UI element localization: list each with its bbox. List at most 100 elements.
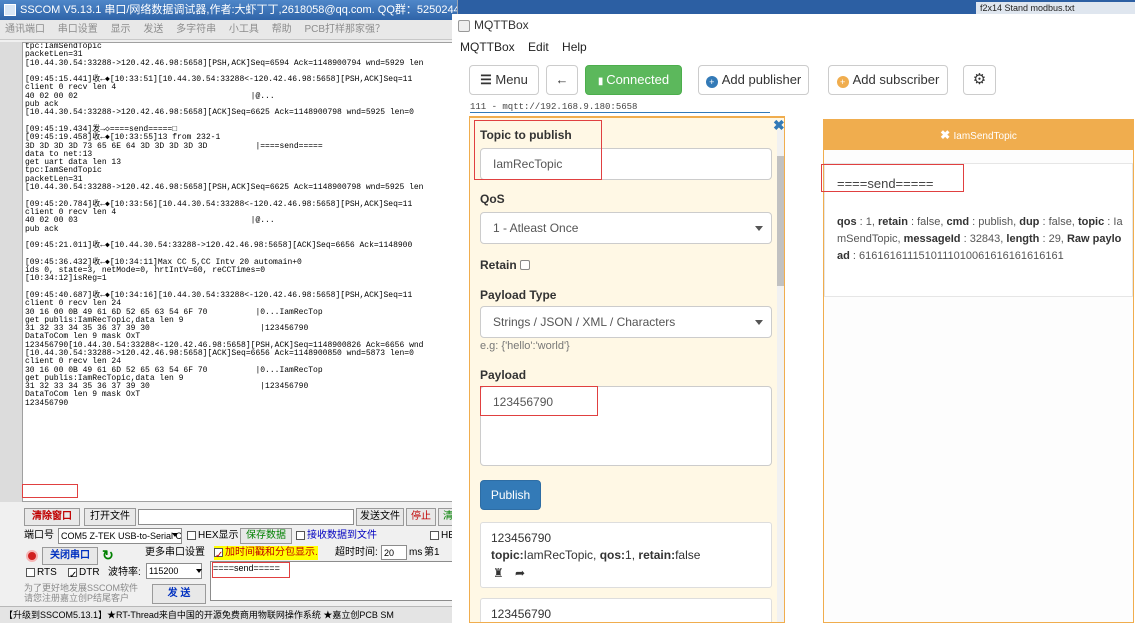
sscom-recv-to-file-checkbox[interactable]: 接收数据到文件 xyxy=(296,529,377,543)
sscom-page-label: 第1 xyxy=(424,547,440,558)
sscom-timeout-label: 超时时间: xyxy=(335,547,378,558)
taskbar-item[interactable]: f2x14 Stand modbus.txt xyxy=(976,2,1135,14)
subscriber-topic: IamSendTopic xyxy=(953,131,1017,142)
sscom-timestamp-checkbox[interactable]: ✓ 加时间戳和分包显示. xyxy=(214,546,318,561)
sscom-left-gutter xyxy=(0,42,22,502)
plus-circle-icon: + xyxy=(705,76,718,88)
sscom-menubar: 通讯端口 串口设置 显示 发送 多字符串 小工具 帮助 PCB打样那家强？ xyxy=(0,20,457,40)
sscom-highlight-box xyxy=(22,484,78,498)
mqttbox-menu-edit[interactable]: Edit xyxy=(528,40,549,54)
republish-icon[interactable]: ♜ xyxy=(493,566,504,580)
settings-button[interactable]: ⚙ xyxy=(963,65,996,95)
sscom-ms-label: ms xyxy=(409,547,423,558)
sscom-baud-dropdown-icon[interactable] xyxy=(196,569,202,573)
chevron-down-icon xyxy=(755,320,763,325)
sscom-file-path-input[interactable] xyxy=(138,509,354,525)
plus-circle-icon: + xyxy=(836,76,849,88)
retain-checkbox[interactable]: Retain xyxy=(480,258,531,272)
sscom-menu-send[interactable]: 发送 xyxy=(143,24,163,35)
gear-icon: ⚙ xyxy=(972,71,987,88)
mqttbox-title: MQTTBox xyxy=(474,18,529,32)
qos-label: QoS xyxy=(480,192,505,206)
sscom-receive-log[interactable]: tpc:IamSendTopic packetLen=31 [10.44.30.54… xyxy=(22,42,457,502)
mqttbox-window: MQTTBox MQTTBox Edit Help ☰ Menu ← ▮ Con… xyxy=(452,14,1135,623)
sscom-port-select[interactable]: COM5 Z-TEK USB-to-Serial C xyxy=(58,528,182,544)
publisher-scroll-thumb[interactable] xyxy=(777,156,784,286)
sscom-refresh-icon[interactable]: ↻ xyxy=(102,548,114,562)
publisher-top-border xyxy=(470,116,784,118)
log-line: DataToCom len 9 mask OxT xyxy=(25,390,141,400)
history-item: 123456790 topic:IamRecTopic, qos:1, reta… xyxy=(480,522,772,588)
message-card: ====send===== qos : 1, retain : false, c… xyxy=(821,163,1133,297)
log-line: tpc:IamSendTopic xyxy=(25,166,102,176)
log-line: pub ack xyxy=(25,224,59,234)
connection-underline xyxy=(470,112,770,113)
publisher-panel: ✖ Topic to publish IamRecTopic QoS 1 - A… xyxy=(469,116,785,623)
mqttbox-menu-app[interactable]: MQTTBox xyxy=(460,40,515,54)
sscom-promo-text: 为了更好地发展SSCOM软件 请您注册嘉立创P结尾客户 xyxy=(24,583,139,603)
sscom-port-label: 端口号 xyxy=(24,530,54,541)
sscom-menu-tools[interactable]: 小工具 xyxy=(229,24,259,35)
close-subscriber-icon[interactable]: ✖ xyxy=(940,128,953,142)
menu-button[interactable]: ☰ Menu xyxy=(469,65,539,95)
sscom-port-status-icon xyxy=(26,550,38,562)
history-payload: 123456790 xyxy=(491,531,552,545)
add-publisher-button[interactable]: + Add publisher xyxy=(698,65,809,95)
add-subscriber-button[interactable]: + Add subscriber xyxy=(828,65,948,95)
sscom-timeout-input[interactable]: 20 xyxy=(381,545,407,560)
history-item: 123456790 xyxy=(480,598,772,622)
topic-highlight-box xyxy=(474,120,602,180)
message-meta: qos : 1, retain : false, cmd : publish, … xyxy=(837,216,1123,262)
log-line: [10:34:12]isReg=1 xyxy=(25,274,107,284)
sscom-menu-port[interactable]: 通讯端口 xyxy=(5,24,45,35)
sscom-more-settings-link[interactable]: 更多串口设置 xyxy=(145,546,205,560)
sscom-send-highlight-box xyxy=(212,562,290,578)
log-line: [10.44.30.54:33288->120.42.46.98:5658][P… xyxy=(25,58,424,68)
mqttbox-menu-help[interactable]: Help xyxy=(562,40,587,54)
sscom-clear-button[interactable]: 清除窗口 xyxy=(24,508,80,526)
sscom-menu-help[interactable]: 帮助 xyxy=(272,24,292,35)
qos-select[interactable]: 1 - Atleast Once xyxy=(480,212,772,244)
sscom-baud-select[interactable]: 115200 xyxy=(146,563,202,579)
log-line: [10.44.30.54:33288->120.42.46.98:5658][A… xyxy=(25,108,414,118)
desktop-background: f2x14 Stand modbus.txt xyxy=(458,0,1135,14)
sscom-titlebar: SSCOM V5.13.1 串口/网络数据调试器,作者:大虾丁丁,2618058… xyxy=(0,0,457,20)
sscom-menu-pcb[interactable]: PCB打样那家强？ xyxy=(304,24,385,35)
mqttbox-titlebar: MQTTBox xyxy=(452,14,1135,36)
payload-type-label: Payload Type xyxy=(480,288,557,302)
log-line: 40 02 00 03 |@... xyxy=(25,216,275,226)
subscriber-header: ✖ IamSendTopic xyxy=(824,120,1133,150)
arrow-left-icon: ← xyxy=(555,72,569,87)
sscom-window: SSCOM V5.13.1 串口/网络数据调试器,作者:大虾丁丁,2618058… xyxy=(0,0,458,623)
payload-type-select[interactable]: Strings / JSON / XML / Characters xyxy=(480,306,772,338)
log-line: 40 02 00 02 |@... xyxy=(25,91,275,101)
sscom-menu-multi-string[interactable]: 多字符串 xyxy=(176,24,216,35)
publish-button[interactable]: Publish xyxy=(480,480,541,510)
sscom-port-dropdown-icon[interactable] xyxy=(172,533,178,537)
back-button[interactable]: ← xyxy=(546,65,578,95)
payload-example: e.g: {'hello':'world'} xyxy=(480,340,570,352)
sscom-title: SSCOM V5.13.1 串口/网络数据调试器,作者:大虾丁丁,2618058… xyxy=(20,4,457,16)
sscom-save-data-button[interactable]: 保存数据 xyxy=(240,528,292,544)
share-icon[interactable]: ➦ xyxy=(515,566,525,580)
sscom-send-file-button[interactable]: 发送文件 xyxy=(356,508,404,526)
history-payload: 123456790 xyxy=(491,607,552,621)
payload-highlight-box xyxy=(480,386,598,416)
sscom-baud-label: 波特率: xyxy=(108,567,141,578)
sscom-menu-display[interactable]: 显示 xyxy=(111,24,131,35)
log-line: [10.44.30.54:33288->120.42.46.98:5658][P… xyxy=(25,183,424,193)
sscom-open-file-button[interactable]: 打开文件 xyxy=(84,508,136,526)
sscom-hex-display-checkbox[interactable]: HEX显示 xyxy=(187,529,239,543)
log-line: 123456790 xyxy=(25,398,69,408)
sscom-stop-button[interactable]: 停止 xyxy=(406,508,436,526)
sscom-send-button[interactable]: 发 送 xyxy=(152,584,206,604)
sscom-dtr-checkbox[interactable]: ✓ DTR xyxy=(68,566,100,581)
log-line: tpc:IamSendTopic xyxy=(25,42,102,51)
sscom-rts-checkbox[interactable]: RTS xyxy=(26,566,57,580)
payload-label: Payload xyxy=(480,368,527,382)
sscom-menu-serial-settings[interactable]: 串口设置 xyxy=(58,24,98,35)
sscom-close-port-button[interactable]: 关闭串口 xyxy=(42,547,98,565)
connected-button[interactable]: ▮ Connected xyxy=(585,65,682,95)
subscriber-panel: ✖ IamSendTopic ====send===== qos : 1, re… xyxy=(821,119,1134,623)
history-meta: topic:IamRecTopic, qos:1, retain:false xyxy=(491,548,701,562)
